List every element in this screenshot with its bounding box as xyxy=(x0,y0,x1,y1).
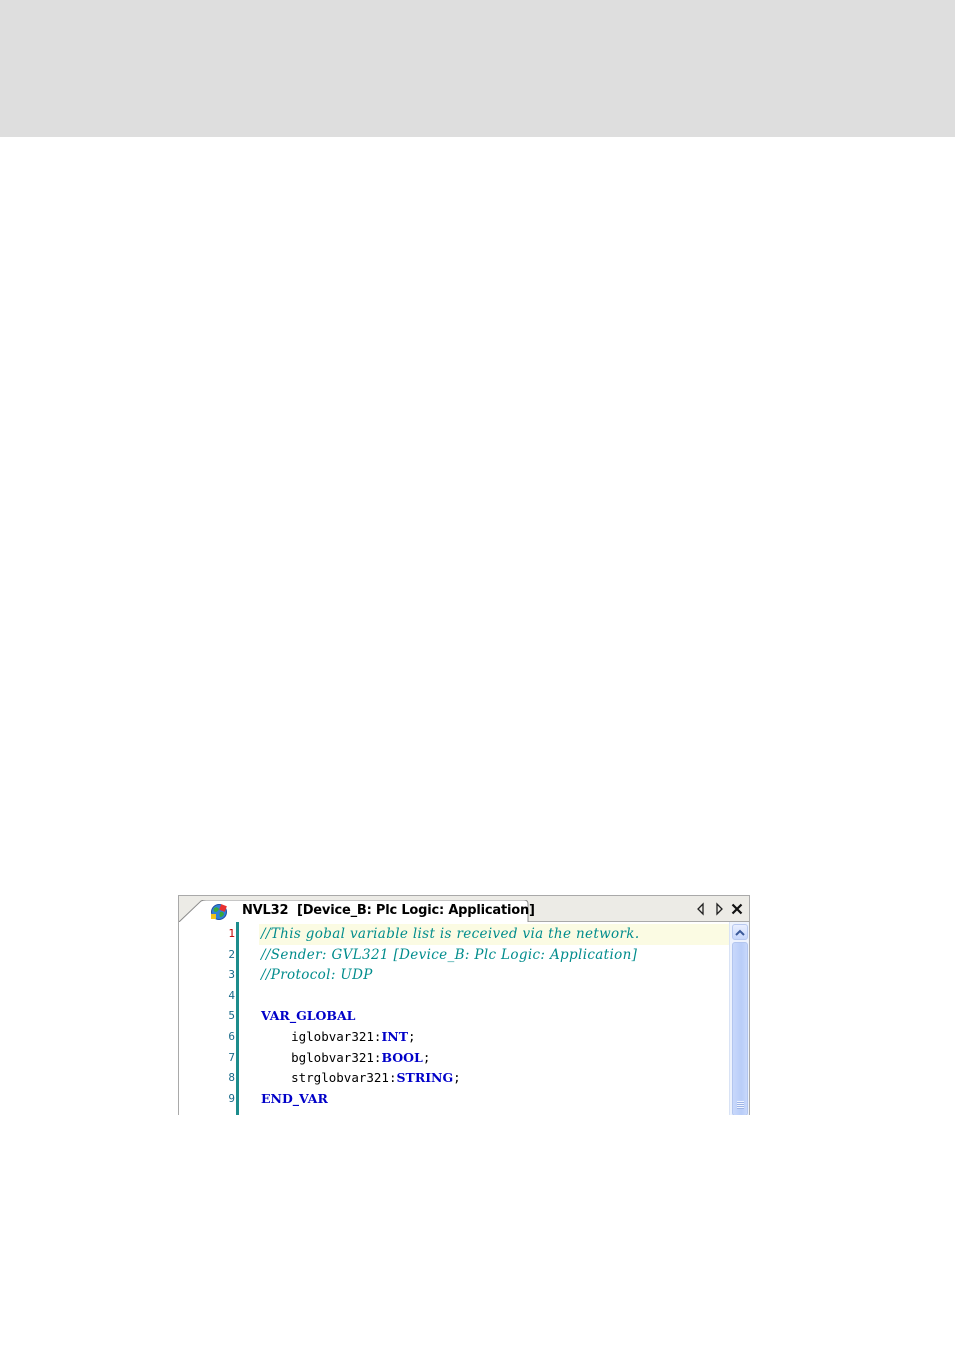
variable-name: bglobvar321 xyxy=(291,1049,374,1065)
editor-tab[interactable]: NVL32 [Device_B: Plc Logic: Application] xyxy=(179,900,535,922)
variable-name: iglobvar321 xyxy=(291,1028,374,1044)
editor-tab-bar: NVL32 [Device_B: Plc Logic: Application] xyxy=(179,896,749,922)
line-number: 7 xyxy=(228,1050,235,1064)
line-content: bglobvar321:BOOL; xyxy=(261,1048,729,1069)
code-line[interactable]: 8 strglobvar321:STRING; xyxy=(179,1068,729,1089)
nvl-editor-window: NVL32 [Device_B: Plc Logic: Application] xyxy=(178,895,750,1115)
code-line[interactable]: 2 //Sender: GVL321 [Device_B: Plc Logic:… xyxy=(179,945,729,966)
code-line[interactable]: 7 bglobvar321:BOOL; xyxy=(179,1048,729,1069)
statement-end: ; xyxy=(453,1070,461,1086)
line-content xyxy=(261,986,729,1007)
type-keyword: STRING xyxy=(396,1070,454,1086)
code-line[interactable]: 1 //This gobal variable list is received… xyxy=(179,924,729,945)
type-keyword: INT xyxy=(381,1028,409,1044)
statement-end: ; xyxy=(422,1049,431,1065)
variable-name: strglobvar321 xyxy=(291,1070,389,1086)
scroll-grip-icon xyxy=(737,1101,744,1109)
keyword-var-global: VAR_GLOBAL xyxy=(261,1008,356,1024)
statement-end: ; xyxy=(408,1028,416,1044)
type-keyword: BOOL xyxy=(381,1049,423,1065)
line-number: 4 xyxy=(228,988,235,1002)
code-line[interactable]: 4 xyxy=(179,986,729,1007)
comment-text: //This gobal variable list is received v… xyxy=(261,926,640,942)
comment-text: //Protocol: UDP xyxy=(261,967,373,984)
vertical-scrollbar[interactable] xyxy=(729,922,749,1115)
scroll-up-button[interactable] xyxy=(732,924,748,940)
line-content: //Sender: GVL321 [Device_B: Plc Logic: A… xyxy=(261,945,729,966)
header-band xyxy=(0,0,955,137)
code-line[interactable]: 9 END_VAR xyxy=(179,1089,729,1110)
page: NVL32 [Device_B: Plc Logic: Application] xyxy=(0,0,955,1350)
tab-previous-icon[interactable] xyxy=(693,901,709,917)
tab-title: NVL32 [Device_B: Plc Logic: Application] xyxy=(242,903,535,918)
line-number: 2 xyxy=(228,947,235,961)
code-lines: 1 //This gobal variable list is received… xyxy=(179,924,729,1109)
line-content: //This gobal variable list is received v… xyxy=(259,924,729,945)
line-number: 6 xyxy=(228,1029,235,1043)
chevron-up-icon xyxy=(735,929,745,936)
line-content: VAR_GLOBAL xyxy=(261,1006,729,1027)
close-icon[interactable] xyxy=(729,901,745,917)
line-number: 1 xyxy=(228,927,235,940)
line-number: 9 xyxy=(228,1091,235,1105)
tab-next-icon[interactable] xyxy=(711,901,727,917)
line-content: strglobvar321:STRING; xyxy=(261,1068,729,1089)
line-number: 3 xyxy=(228,968,235,982)
code-line[interactable]: 3 //Protocol: UDP xyxy=(179,965,729,986)
keyword-end-var: END_VAR xyxy=(261,1090,328,1106)
line-number: 5 xyxy=(228,1009,235,1023)
code-line[interactable]: 6 iglobvar321:INT; xyxy=(179,1027,729,1048)
globe-icon xyxy=(210,903,228,921)
line-number: 8 xyxy=(228,1071,235,1085)
tab-controls xyxy=(693,901,745,917)
code-line[interactable]: 5 VAR_GLOBAL xyxy=(179,1006,729,1027)
scroll-thumb[interactable] xyxy=(732,942,748,1115)
comment-text: //Sender: GVL321 [Device_B: Plc Logic: A… xyxy=(261,946,638,963)
line-content: iglobvar321:INT; xyxy=(261,1027,729,1048)
code-editor[interactable]: 1 //This gobal variable list is received… xyxy=(179,922,749,1115)
line-content: //Protocol: UDP xyxy=(261,965,729,986)
line-content: END_VAR xyxy=(261,1089,729,1110)
